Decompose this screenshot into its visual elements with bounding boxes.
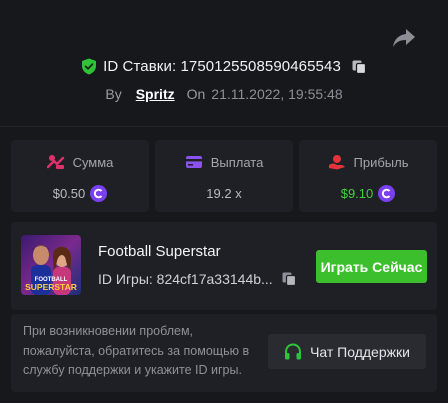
stat-label-amount: Сумма [72,154,114,170]
stat-value-amount: $0.50 [52,185,86,201]
verified-shield-icon [82,58,97,75]
bet-amount-icon [46,155,64,169]
divider [0,126,448,127]
stat-card-payout: Выплата 19.2 x [155,140,293,212]
stat-value-payout: 19.2 x [206,185,242,201]
support-chat-button[interactable]: Чат Поддержки [268,334,426,369]
bet-datetime: 21.11.2022, 19:55:48 [211,86,343,102]
stat-label-payout: Выплата [210,154,264,170]
game-thumbnail[interactable]: FOOTBALL SUPERSTAR [21,235,81,295]
username-link[interactable]: Spritz [136,86,175,102]
copy-icon[interactable] [281,271,297,287]
game-card: FOOTBALL SUPERSTAR Football Superstar ID… [11,222,437,310]
on-label: On [186,86,206,102]
copy-icon[interactable] [351,59,367,75]
stat-card-amount: Сумма $0.50 [11,140,149,212]
coin-icon [90,184,108,202]
thumbnail-line2: SUPERSTAR [25,282,77,292]
play-now-button[interactable]: Играть Сейчас [316,250,427,283]
headset-icon [285,342,302,359]
bet-id-row: ID Ставки: 1750125508590465543 [0,58,448,78]
game-name: Football Superstar [98,243,221,260]
payout-icon [185,156,202,168]
bet-id-label: ID Ставки: 1750125508590465543 [103,58,341,75]
stats-row: Сумма $0.50 Выплата 19.2 x Прибыль $9.10 [11,140,437,212]
stat-label-profit: Прибыль [353,154,409,170]
support-message: При возникновении проблем, пожалуйста, о… [23,324,250,377]
coin-icon [378,184,396,202]
support-button-label: Чат Поддержки [310,343,410,360]
profit-icon [328,155,345,170]
game-id-row: ID Игры: 824cf17a33144b... [98,271,297,287]
stat-card-profit: Прибыль $9.10 [299,140,437,212]
author-row: By Spritz On 21.11.2022, 19:55:48 [0,86,448,102]
stat-value-profit: $9.10 [340,185,374,201]
game-id-label: ID Игры: 824cf17a33144b... [98,271,273,287]
share-icon[interactable] [392,27,416,49]
support-card: При возникновении проблем, пожалуйста, о… [11,314,437,392]
by-label: By [105,86,122,102]
